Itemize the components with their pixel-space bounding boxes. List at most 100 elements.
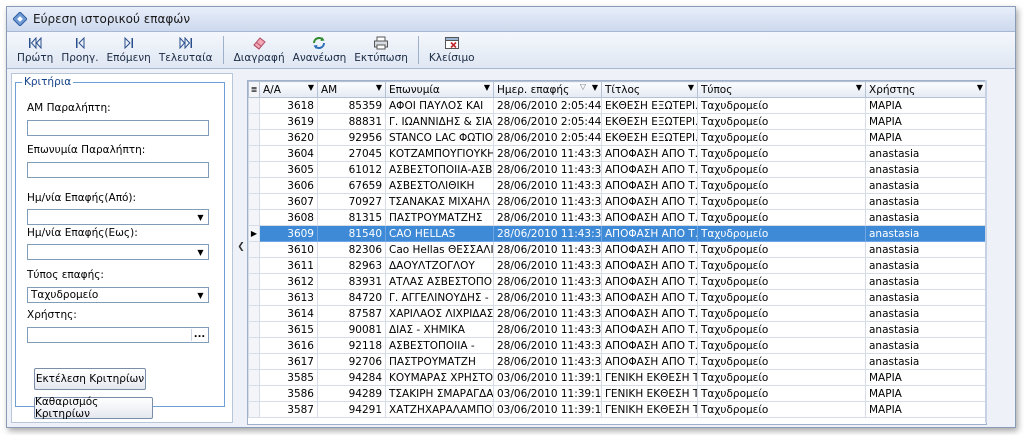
- table-row[interactable]: 3620 92956 STANCO LAC ΦΩΤΙΟΥ 28/06/2010 2:0…: [248, 129, 986, 146]
- type-cell[interactable]: Ταχυδρομείο: [697, 225, 866, 242]
- am-cell[interactable]: 83931: [317, 273, 386, 290]
- type-cell[interactable]: Ταχυδρομείο: [697, 385, 866, 402]
- row-header[interactable]: [248, 193, 260, 210]
- delete-button[interactable]: Διαγραφή: [230, 32, 289, 65]
- date-cell[interactable]: 28/06/2010 11:43:3...: [493, 193, 602, 210]
- type-cell[interactable]: Ταχυδρομείο: [697, 145, 866, 162]
- last-button[interactable]: Τελευταία: [155, 32, 217, 65]
- row-number-cell[interactable]: 3619: [259, 113, 318, 130]
- user-cell[interactable]: ΜΑΡΙΑ: [865, 129, 986, 146]
- row-number-cell[interactable]: 3612: [259, 273, 318, 290]
- title-cell[interactable]: ΑΠΟΦΑΣΗ ΑΠΟ Τ...: [601, 257, 698, 274]
- date-cell[interactable]: 28/06/2010 11:43:3...: [493, 161, 602, 178]
- filter-dropdown-icon[interactable]: ▼: [856, 83, 862, 92]
- row-header[interactable]: [248, 145, 260, 162]
- filter-dropdown-icon[interactable]: ▼: [484, 83, 490, 92]
- row-number-cell[interactable]: 3614: [259, 305, 318, 322]
- row-header[interactable]: [248, 97, 260, 114]
- type-cell[interactable]: Ταχυδρομείο: [697, 353, 866, 370]
- row-number-cell[interactable]: 3610: [259, 241, 318, 258]
- type-cell[interactable]: Ταχυδρομείο: [697, 369, 866, 386]
- user-cell[interactable]: ΜΑΡΙΑ: [865, 401, 986, 418]
- am-cell[interactable]: 92956: [317, 129, 386, 146]
- row-number-cell[interactable]: 3606: [259, 177, 318, 194]
- row-number-cell[interactable]: 3586: [259, 385, 318, 402]
- name-cell[interactable]: ΑΤΛΑΣ ΑΣΒΕΣΤΟΠΟΙΑ: [385, 273, 494, 290]
- chevron-down-icon[interactable]: ▼: [194, 289, 207, 301]
- user-cell[interactable]: anastasia: [865, 177, 986, 194]
- ellipsis-button[interactable]: ...: [191, 329, 207, 341]
- first-button[interactable]: Πρώτη: [13, 32, 57, 65]
- row-header[interactable]: [248, 257, 260, 274]
- name-cell[interactable]: ΑΣΒΕΣΤΟΠΟΙΙΑ-ΑΣΒΕΣ: [385, 161, 494, 178]
- date-cell[interactable]: 28/06/2010 11:43:3...: [493, 257, 602, 274]
- am-cell[interactable]: 85359: [317, 97, 386, 114]
- filter-dropdown-icon[interactable]: ▼: [592, 83, 598, 92]
- refresh-button[interactable]: Ανανέωση: [289, 32, 351, 65]
- am-cell[interactable]: 87587: [317, 305, 386, 322]
- am-cell[interactable]: 94289: [317, 385, 386, 402]
- table-row[interactable]: 358794291ΧΑΤΖΗΧΑΡΑΛΑΜΠΟΥΣ03/06/2010 11:3…: [248, 401, 986, 418]
- user-input[interactable]: ...: [27, 327, 209, 343]
- type-cell[interactable]: Ταχυδρομείο: [697, 241, 866, 258]
- row-header[interactable]: [248, 129, 260, 146]
- date-cell[interactable]: 28/06/2010 2:05:44 μμ: [493, 97, 602, 114]
- table-row[interactable]: 3611 82963 ΔΑΟΥΛΤΖΟΓΛΟΥ 28/06/2010 11:43:3.…: [248, 257, 986, 274]
- row-number-cell[interactable]: 3613: [259, 289, 318, 306]
- row-header[interactable]: [248, 385, 260, 402]
- am-cell[interactable]: 67659: [317, 177, 386, 194]
- date-cell[interactable]: 03/06/2010 11:39:1...: [493, 369, 602, 386]
- type-cell[interactable]: Ταχυδρομείο: [697, 273, 866, 290]
- date-cell[interactable]: 03/06/2010 11:39:1...: [493, 385, 602, 402]
- current-row-indicator-icon[interactable]: ▶: [248, 225, 260, 242]
- table-row[interactable]: 361082306Cao Hellas ΘΕΣΣΑΛΙΚΗ28/06/2010 …: [248, 241, 986, 258]
- close-button[interactable]: Κλείσιμο: [425, 32, 479, 65]
- row-number-cell[interactable]: 3616: [259, 337, 318, 354]
- table-row[interactable]: 3606 67659 ΑΣΒΕΣΤΟΛΙΘΙΚΗ 28/06/2010 11:43:3…: [248, 177, 986, 194]
- user-cell[interactable]: anastasia: [865, 305, 986, 322]
- row-header[interactable]: [248, 113, 260, 130]
- date-cell[interactable]: 28/06/2010 2:05:44 μμ: [493, 113, 602, 130]
- filter-dropdown-icon[interactable]: ▼: [977, 83, 983, 92]
- table-row[interactable]: 3619 88831 Γ. ΙΩΑΝΝΙΔΗΣ & ΣΙΑ 28/06/2010 2:…: [248, 113, 986, 130]
- date-to-combo[interactable]: ▼: [27, 244, 209, 260]
- row-number-cell[interactable]: 3615: [259, 321, 318, 338]
- am-cell[interactable]: 81315: [317, 209, 386, 226]
- user-cell[interactable]: anastasia: [865, 225, 986, 242]
- row-header[interactable]: [248, 289, 260, 306]
- row-header[interactable]: [248, 353, 260, 370]
- type-cell[interactable]: Ταχυδρομείο: [697, 305, 866, 322]
- row-number-cell[interactable]: 3585: [259, 369, 318, 386]
- row-number-cell[interactable]: 3620: [259, 129, 318, 146]
- row-header[interactable]: [248, 161, 260, 178]
- am-cell[interactable]: 70927: [317, 193, 386, 210]
- title-cell[interactable]: ΑΠΟΦΑΣΗ ΑΠΟ Τ...: [601, 241, 698, 258]
- row-number-cell[interactable]: 3605: [259, 161, 318, 178]
- date-cell[interactable]: 28/06/2010 11:43:3...: [493, 209, 602, 226]
- name-cell[interactable]: ΑΣΒΕΣΤΟΠΟΙΙΑ -: [385, 337, 494, 354]
- date-from-combo[interactable]: ▼: [27, 209, 209, 225]
- row-number-cell[interactable]: 3618: [259, 97, 318, 114]
- name-cell[interactable]: ΠΑΣΤΡΟΥΜΑΤΖΗ: [385, 353, 494, 370]
- next-button[interactable]: Επόμενη: [103, 32, 155, 65]
- type-cell[interactable]: Ταχυδρομείο: [697, 321, 866, 338]
- title-cell[interactable]: ΕΚΘΕΣΗ ΕΞΩΤΕΡΙ...: [601, 97, 698, 114]
- user-cell[interactable]: anastasia: [865, 209, 986, 226]
- title-cell[interactable]: ΑΠΟΦΑΣΗ ΑΠΟ Τ...: [601, 273, 698, 290]
- name-cell[interactable]: ΧΑΡΙΛΑΟΣ ΛΙΧΡΙΔΑΣ...: [385, 305, 494, 322]
- date-cell[interactable]: 28/06/2010 11:43:3...: [493, 145, 602, 162]
- chevron-down-icon[interactable]: ▼: [194, 211, 207, 223]
- am-cell[interactable]: 94284: [317, 369, 386, 386]
- title-cell[interactable]: ΓΕΝΙΚΗ ΕΚΘΕΣΗ Τ...: [601, 369, 698, 386]
- name-cell[interactable]: ΔΙΑΣ - ΧΗΜΙΚΑ: [385, 321, 494, 338]
- am-cell[interactable]: 92118: [317, 337, 386, 354]
- column-header-aa[interactable]: Α/Α ▼: [259, 81, 318, 98]
- date-cell[interactable]: 28/06/2010 11:43:3...: [493, 321, 602, 338]
- user-cell[interactable]: anastasia: [865, 337, 986, 354]
- table-row[interactable]: 3618 85359 ΑΦΟΙ ΠΑΥΛΟΣ ΚΑΙ 28/06/2010 2:05:…: [248, 97, 986, 114]
- row-number-cell[interactable]: 3611: [259, 257, 318, 274]
- filter-dropdown-icon[interactable]: ▼: [688, 83, 694, 92]
- type-cell[interactable]: Ταχυδρομείο: [697, 289, 866, 306]
- type-cell[interactable]: Ταχυδρομείο: [697, 257, 866, 274]
- column-header-type[interactable]: Τύπος ▼: [697, 81, 866, 98]
